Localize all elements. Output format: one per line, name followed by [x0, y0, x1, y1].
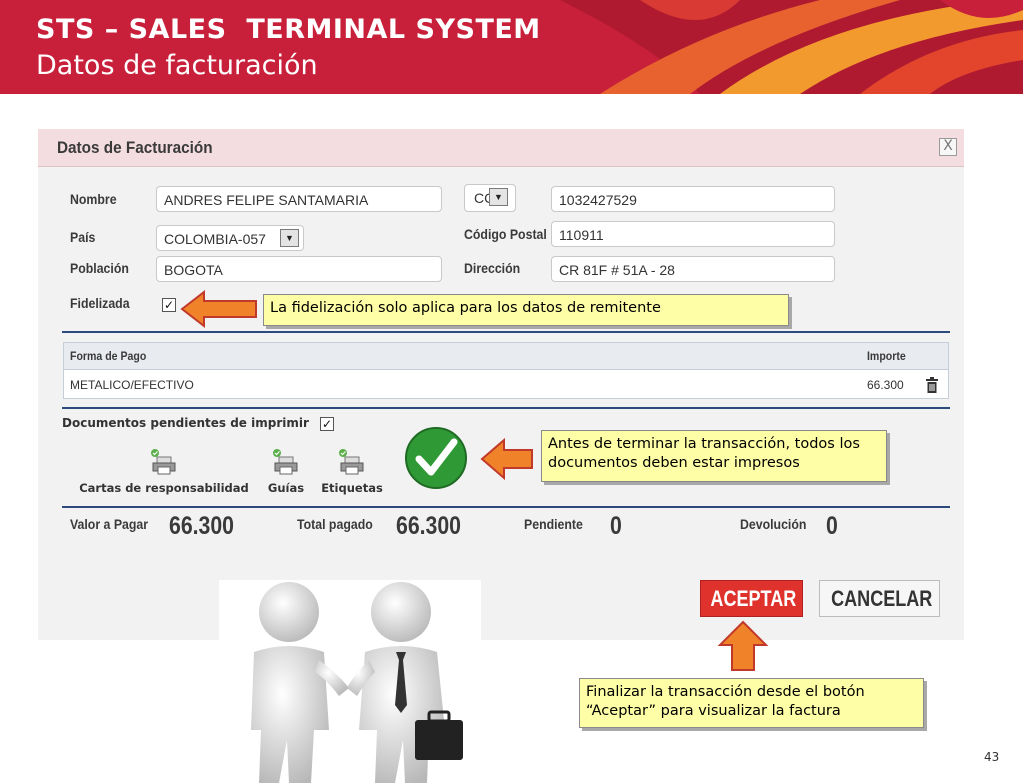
section-divider [62, 407, 950, 409]
pendiente-label: Pendiente [524, 516, 583, 532]
pendiente-value: 0 [610, 512, 622, 540]
valor-pagar-value: 66.300 [169, 512, 234, 540]
doc-type-select[interactable]: CC ▼ [464, 184, 516, 212]
forma-pago-header: Forma de Pago [70, 349, 147, 363]
pais-value: COLOMBIA-057 [164, 231, 266, 247]
slide-header: STS – SALES TERMINAL SYSTEM Datos de fac… [0, 0, 1023, 94]
callout-documentos: Antes de terminar la transacción, todos … [541, 430, 887, 482]
total-pagado-label: Total pagado [297, 516, 373, 532]
chevron-down-icon[interactable]: ▼ [280, 229, 299, 247]
handshake-illustration [219, 580, 481, 783]
printer-icon [339, 449, 364, 475]
payment-table-header: Forma de Pago Importe [64, 343, 948, 370]
arrow-left-icon [180, 289, 257, 329]
nombre-label: Nombre [70, 191, 117, 207]
nombre-field[interactable]: ANDRES FELIPE SANTAMARIA [156, 186, 442, 212]
doc-number-field[interactable]: 1032427529 [551, 186, 835, 212]
dialog-title: Datos de Facturación [57, 138, 213, 157]
fidelizada-checkbox[interactable]: ✓ [162, 298, 176, 312]
accept-label: ACEPTAR [710, 586, 797, 611]
slide-title: STS – SALES TERMINAL SYSTEM [36, 14, 541, 45]
doc-label: Etiquetas [321, 481, 383, 495]
printer-icon [151, 449, 176, 475]
pais-select[interactable]: COLOMBIA-057 ▼ [156, 225, 304, 251]
trash-icon[interactable] [926, 377, 938, 393]
callout-finalizar: Finalizar la transacción desde el botón … [579, 678, 924, 728]
doc-item-cartas[interactable]: Cartas de responsabilidad [72, 449, 256, 495]
section-divider [62, 506, 950, 508]
direccion-field[interactable]: CR 81F # 51A - 28 [551, 256, 835, 282]
valor-pagar-label: Valor a Pagar [70, 516, 149, 532]
poblacion-label: Población [70, 260, 129, 276]
arrow-up-icon [717, 620, 769, 671]
fidelizada-label: Fidelizada [70, 295, 130, 311]
cancel-label: CANCELAR [831, 586, 933, 611]
cancel-button[interactable]: CANCELAR [819, 580, 940, 617]
printer-icon [273, 449, 298, 475]
payment-table: Forma de Pago Importe METALICO/EFECTIVO … [63, 342, 949, 399]
forma-pago-cell: METALICO/EFECTIVO [70, 378, 194, 392]
checkmark-icon [405, 427, 467, 489]
pais-label: País [70, 229, 96, 245]
direccion-label: Dirección [464, 260, 521, 276]
poblacion-field[interactable]: BOGOTA [156, 256, 442, 282]
billing-dialog: Datos de Facturación X Nombre ANDRES FEL… [38, 129, 964, 640]
doc-item-etiquetas[interactable]: Etiquetas [319, 449, 385, 495]
importe-header: Importe [867, 349, 906, 363]
documentos-checkbox[interactable]: ✓ [320, 417, 334, 431]
handshake-icon [251, 582, 463, 783]
close-button[interactable]: X [939, 138, 957, 156]
accept-button[interactable]: ACEPTAR [700, 580, 803, 617]
importe-cell: 66.300 [867, 378, 904, 392]
codigo-postal-label: Código Postal [464, 226, 547, 242]
doc-label: Guías [267, 481, 305, 495]
doc-item-guias[interactable]: Guías [264, 449, 308, 495]
chevron-down-icon[interactable]: ▼ [489, 188, 508, 206]
devolucion-value: 0 [826, 512, 838, 540]
documentos-label: Documentos pendientes de imprimir [62, 416, 309, 430]
page-number: 43 [984, 750, 1000, 764]
doc-label: Cartas de responsabilidad [79, 481, 249, 495]
dialog-title-bar: Datos de Facturación X [38, 129, 964, 167]
slide-subtitle: Datos de facturación [36, 50, 318, 81]
total-pagado-value: 66.300 [396, 512, 461, 540]
arrow-left-icon [480, 437, 533, 481]
callout-fidelizacion: La fidelización solo aplica para los dat… [263, 294, 789, 326]
codigo-postal-field[interactable]: 110911 [551, 221, 835, 247]
devolucion-label: Devolución [740, 516, 807, 532]
section-divider [62, 331, 950, 333]
